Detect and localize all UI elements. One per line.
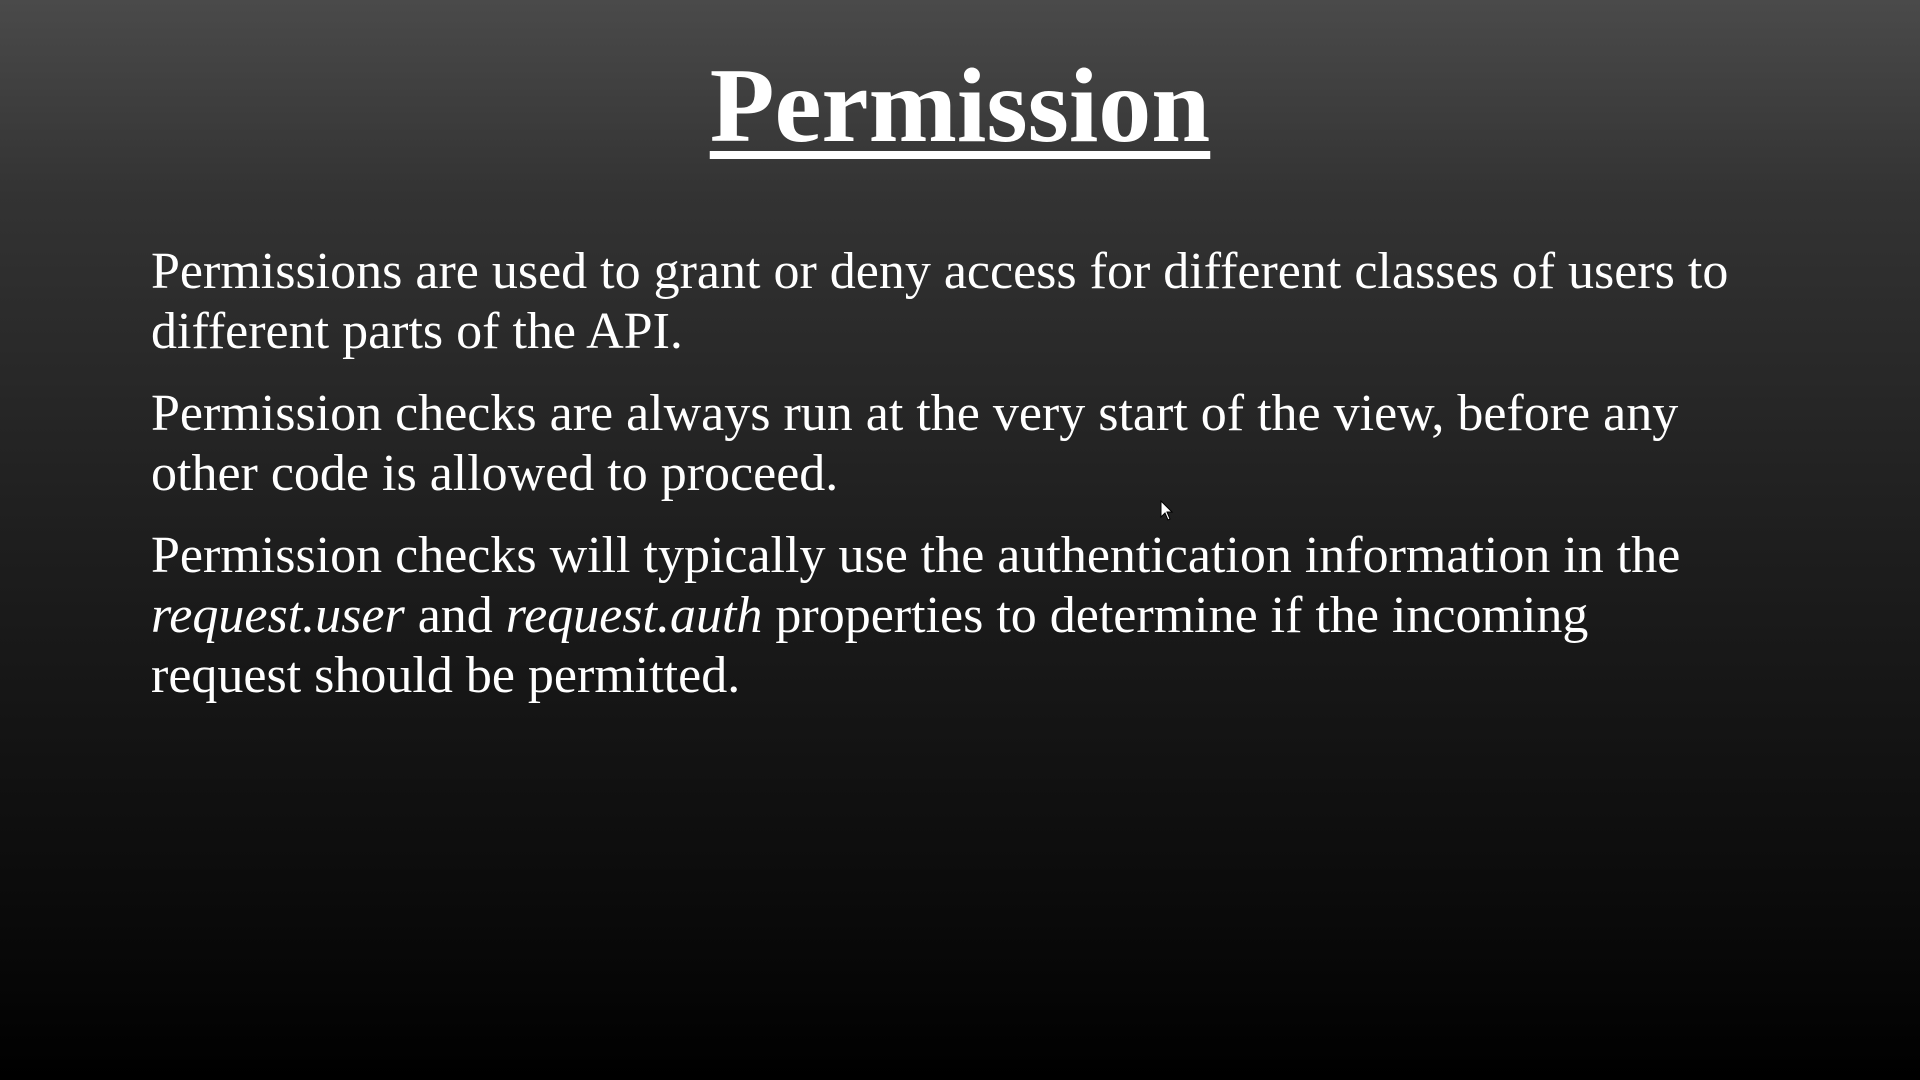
paragraph-3-part-1: Permission checks will typically use the… <box>151 527 1681 584</box>
slide-title: Permission <box>0 47 1920 165</box>
request-user-term: request.user <box>151 587 405 644</box>
paragraph-3-part-2: and <box>404 587 506 644</box>
slide-title-text: Permission <box>709 47 1211 164</box>
request-auth-term: request.auth <box>505 587 763 644</box>
paragraph-2: Permission checks are always run at the … <box>151 385 1679 502</box>
paragraph-1: Permissions are used to grant or deny ac… <box>151 243 1729 360</box>
presentation-slide: Permission Permissions are used to grant… <box>0 0 1920 1080</box>
mouse-pointer-icon <box>1160 500 1174 521</box>
paragraph-3: Permission checks will typically use the… <box>151 526 1751 706</box>
slide-body: Permissions are used to grant or deny ac… <box>151 242 1751 728</box>
